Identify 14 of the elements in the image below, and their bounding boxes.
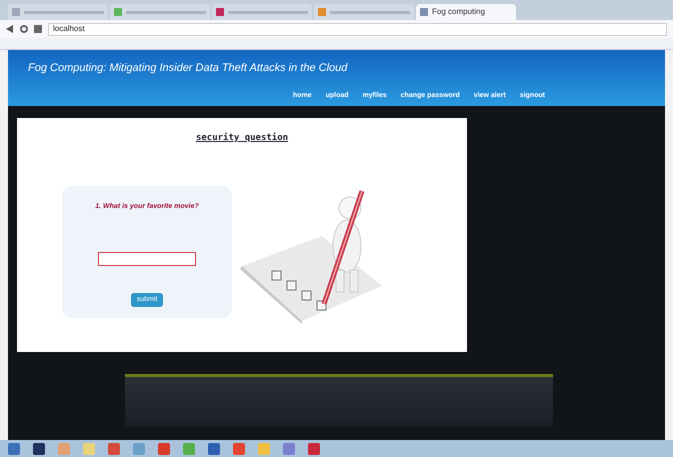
browser-tab[interactable] bbox=[212, 4, 312, 20]
answer-field[interactable] bbox=[98, 252, 196, 266]
address-field[interactable]: localhost bbox=[48, 22, 667, 36]
site-title: Fog Computing: Mitigating Insider Data Theft Attacks in the Cloud bbox=[28, 61, 349, 76]
reload-icon[interactable] bbox=[20, 25, 28, 33]
taskbar-app-icon[interactable] bbox=[308, 442, 320, 454]
browser-tab[interactable] bbox=[110, 4, 210, 20]
taskbar-app-icon[interactable] bbox=[33, 442, 45, 454]
browser-tab[interactable] bbox=[314, 4, 414, 20]
browser-tab[interactable] bbox=[8, 4, 108, 20]
page-heading: security question bbox=[196, 132, 288, 145]
back-icon[interactable] bbox=[6, 25, 14, 33]
browser-tab[interactable]: Fog computing bbox=[416, 4, 516, 20]
taskbar-app-icon[interactable] bbox=[208, 442, 220, 454]
